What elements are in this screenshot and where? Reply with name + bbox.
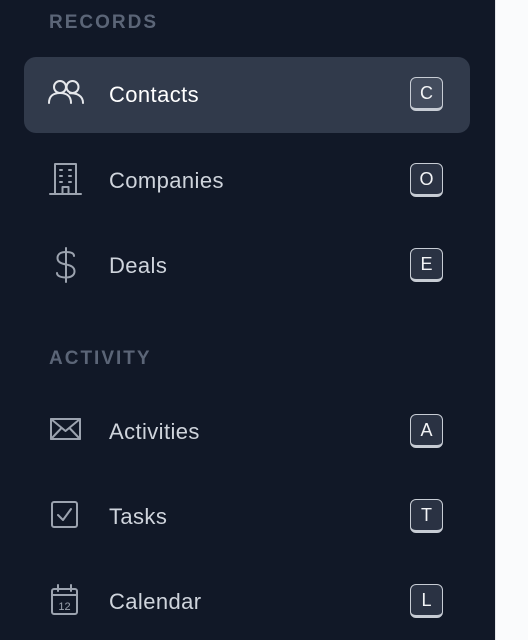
shortcut-key: C	[410, 77, 443, 111]
sidebar-item-label: Deals	[109, 253, 168, 278]
shortcut-key: T	[410, 499, 443, 533]
shortcut-key: O	[410, 163, 443, 197]
sidebar-item-label: Tasks	[109, 504, 168, 529]
sidebar-item-contacts[interactable]: Contacts C	[24, 57, 470, 133]
section-heading-activity: ACTIVITY	[49, 348, 152, 369]
sidebar-item-deals[interactable]: Deals E	[24, 228, 470, 304]
sidebar-item-tasks[interactable]: Tasks T	[24, 479, 470, 555]
svg-text:12: 12	[58, 601, 70, 613]
main-content	[496, 0, 528, 640]
sidebar-item-activities[interactable]: Activities A	[24, 394, 470, 470]
sidebar-item-label: Companies	[109, 168, 224, 193]
users-icon	[48, 76, 84, 112]
shortcut-key: E	[410, 248, 443, 282]
sidebar: RECORDS Contacts C Companies O Deals E A…	[0, 0, 495, 640]
sidebar-item-label: Activities	[109, 419, 200, 444]
shortcut-key: A	[410, 414, 443, 448]
sidebar-item-calendar[interactable]: 12 Calendar L	[24, 564, 470, 640]
calendar-icon: 12	[48, 583, 84, 619]
envelope-icon	[48, 413, 84, 449]
dollar-icon	[48, 247, 84, 283]
building-icon	[48, 162, 84, 198]
shortcut-key: L	[410, 584, 443, 618]
sidebar-item-label: Contacts	[109, 82, 200, 107]
sidebar-item-companies[interactable]: Companies O	[24, 143, 470, 219]
sidebar-item-label: Calendar	[109, 589, 202, 614]
section-heading-records: RECORDS	[49, 12, 159, 33]
checkbox-icon	[48, 498, 84, 534]
